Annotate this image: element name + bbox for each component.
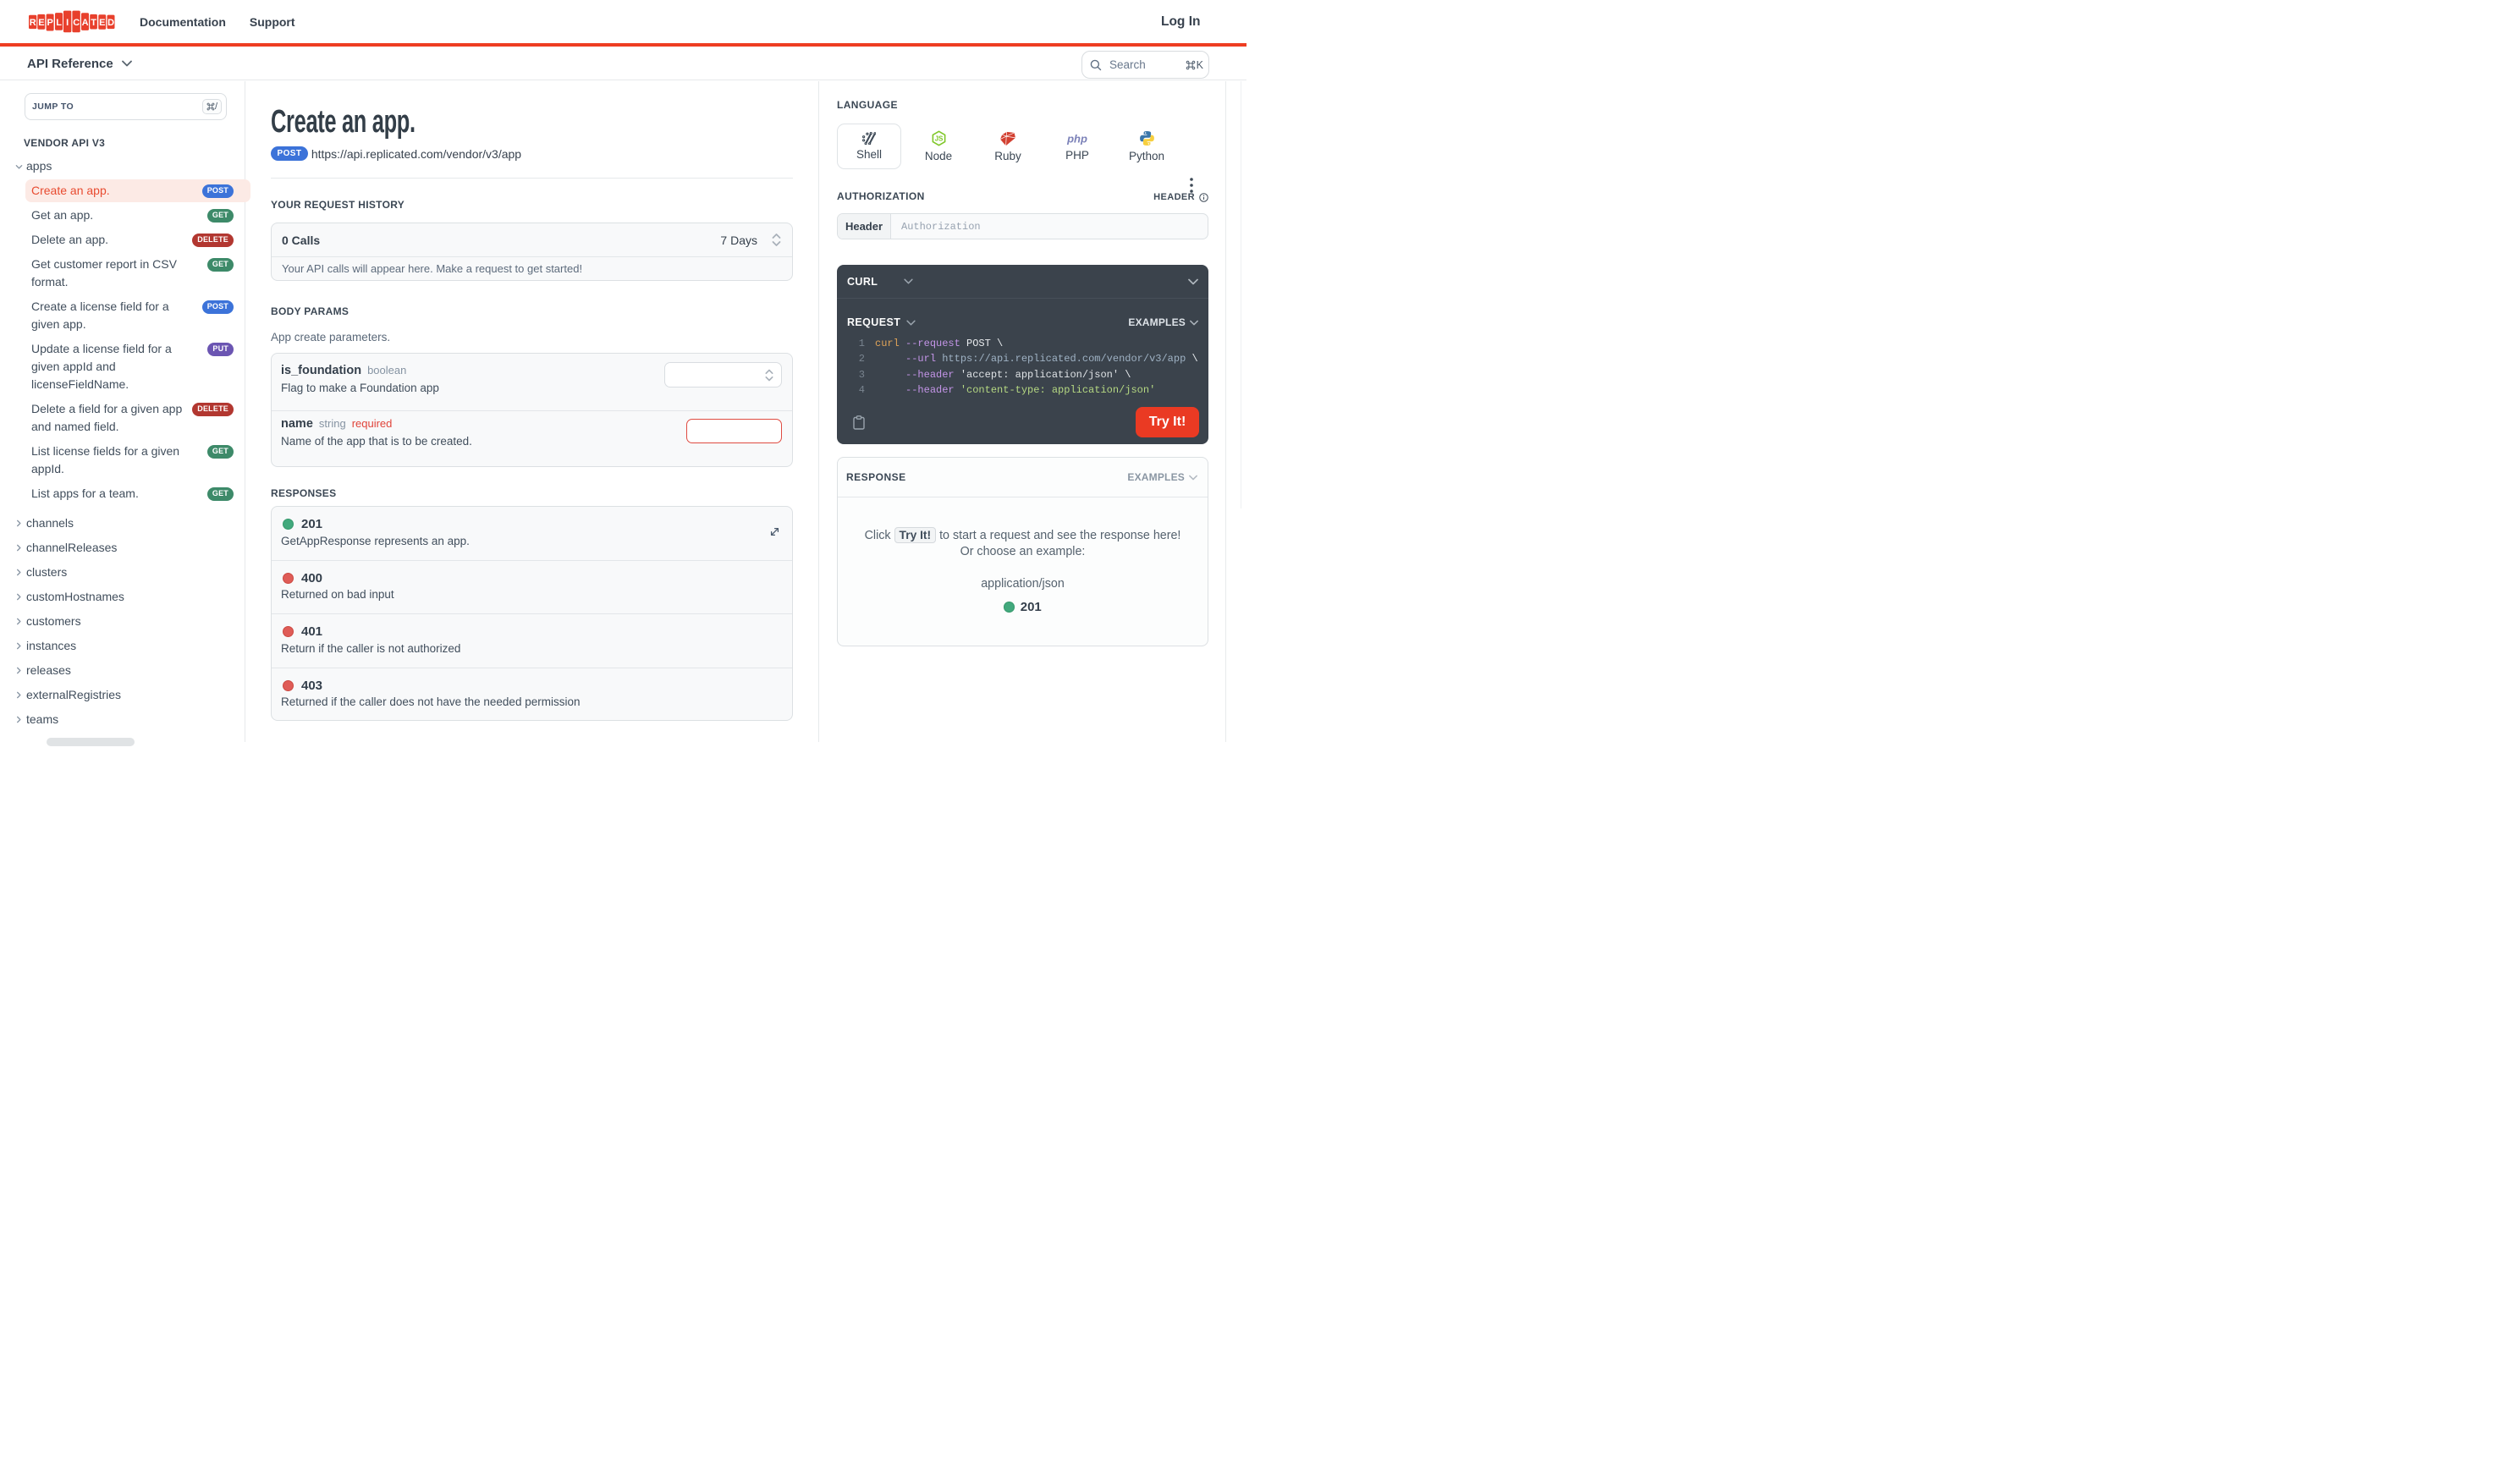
svg-text:P: P (47, 18, 53, 28)
svg-text:JS: JS (934, 135, 943, 143)
svg-text:C: C (73, 18, 80, 28)
svg-text:E: E (99, 18, 105, 28)
svg-text:T: T (91, 18, 96, 28)
svg-text:php: php (1066, 132, 1087, 145)
svg-text:A: A (82, 18, 89, 28)
svg-text:D: D (107, 18, 114, 28)
svg-text:L: L (56, 18, 62, 28)
svg-text:E: E (38, 18, 44, 28)
svg-text:I: I (66, 18, 69, 28)
svg-text:R: R (30, 18, 36, 28)
